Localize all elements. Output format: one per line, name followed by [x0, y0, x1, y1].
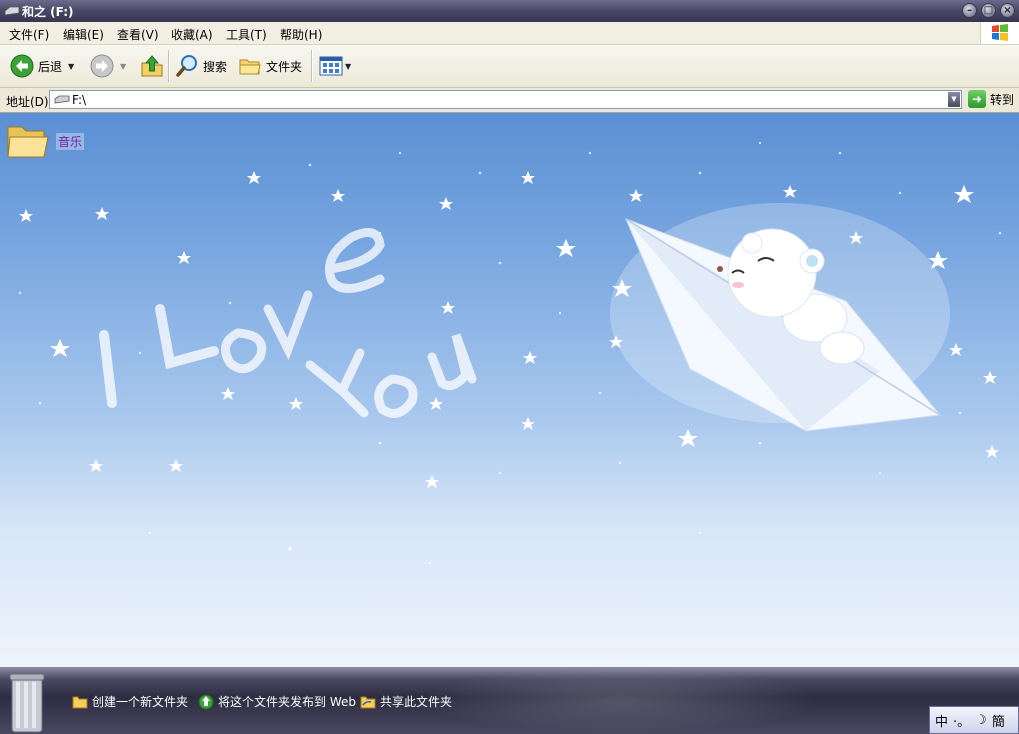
- wallpaper-graphic: [18, 141, 1002, 565]
- back-dropdown-icon[interactable]: ▼: [68, 62, 74, 71]
- menu-favorites[interactable]: 收藏(A): [171, 26, 213, 43]
- folder-content-area[interactable]: 音乐: [0, 113, 1019, 667]
- toolbar-separator: [311, 50, 313, 82]
- forward-button[interactable]: ▼: [90, 53, 126, 79]
- windows-logo: [980, 22, 1019, 44]
- share-folder-icon: [360, 696, 376, 708]
- ime-indicator[interactable]: 中 ·。 ☽ 簡: [929, 706, 1019, 734]
- toolbar-separator: [168, 50, 170, 82]
- menu-bar: 文件(F) 编辑(E) 查看(V) 收藏(A) 工具(T) 帮助(H): [0, 22, 1019, 45]
- task-publish-web[interactable]: 将这个文件夹发布到 Web: [198, 693, 356, 710]
- menu-file[interactable]: 文件(F): [9, 26, 49, 43]
- title-bar[interactable]: 和之 (F:) – □ ×: [0, 0, 1019, 22]
- ime-mode[interactable]: 中: [935, 711, 948, 730]
- go-button[interactable]: ➜ 转到: [968, 90, 1014, 108]
- trash-can-icon[interactable]: [8, 672, 48, 734]
- folder-icon: [7, 126, 49, 158]
- task-new-folder[interactable]: 创建一个新文件夹: [72, 693, 188, 710]
- up-folder-icon: [141, 55, 163, 77]
- drive-icon: [54, 95, 70, 104]
- moon-icon: [66, 183, 144, 264]
- back-arrow-icon: [10, 54, 34, 78]
- address-dropdown-icon[interactable]: ▼: [948, 92, 960, 107]
- menu-tools[interactable]: 工具(T): [226, 26, 267, 43]
- folder-icon: [239, 59, 261, 75]
- window-title: 和之 (F:): [22, 5, 74, 19]
- address-bar: 地址(D) F:\ ▼ ➜ 转到: [0, 88, 1019, 113]
- globe-icon: [198, 694, 214, 709]
- go-arrow-icon: ➜: [968, 90, 986, 108]
- windows-flag-icon: [992, 24, 1008, 41]
- i-love-you-cloud-text: [99, 228, 477, 418]
- views-dropdown-icon[interactable]: ▼: [345, 62, 351, 71]
- views-button[interactable]: ▼: [319, 53, 351, 79]
- folders-button[interactable]: 文件夹: [238, 53, 302, 79]
- address-label: 地址(D): [6, 95, 49, 109]
- ime-style[interactable]: 簡: [992, 711, 1005, 730]
- file-item-folder[interactable]: 音乐: [6, 121, 85, 161]
- address-value: F:\: [72, 93, 87, 107]
- menu-view[interactable]: 查看(V): [117, 26, 159, 43]
- views-icon: [319, 56, 343, 76]
- close-button[interactable]: ×: [1000, 3, 1015, 18]
- drive-icon: [4, 6, 20, 16]
- up-folder-button[interactable]: [140, 53, 164, 79]
- paper-plane-bear-illustration: [610, 203, 950, 432]
- back-button[interactable]: 后退 ▼: [10, 53, 74, 79]
- ime-punctuation[interactable]: ·。: [953, 711, 970, 730]
- folder-label: 音乐: [56, 132, 85, 150]
- minimize-button[interactable]: –: [962, 3, 977, 18]
- menu-edit[interactable]: 编辑(E): [63, 26, 104, 43]
- task-share-folder[interactable]: 共享此文件夹: [360, 693, 452, 710]
- menu-help[interactable]: 帮助(H): [280, 26, 322, 43]
- address-input[interactable]: F:\ ▼: [49, 90, 962, 109]
- new-folder-icon: [72, 696, 88, 708]
- task-bar: 创建一个新文件夹 将这个文件夹发布到 Web 共享此文件夹: [0, 667, 1019, 734]
- toolbar: 后退 ▼ ▼ 搜索 文件夹 ▼: [0, 45, 1019, 88]
- maximize-button[interactable]: □: [981, 3, 996, 18]
- forward-dropdown-icon[interactable]: ▼: [120, 62, 126, 71]
- ime-moon-icon[interactable]: ☽: [975, 713, 987, 728]
- search-button[interactable]: 搜索: [175, 53, 227, 79]
- search-icon: [176, 55, 197, 77]
- forward-arrow-icon: [90, 54, 114, 78]
